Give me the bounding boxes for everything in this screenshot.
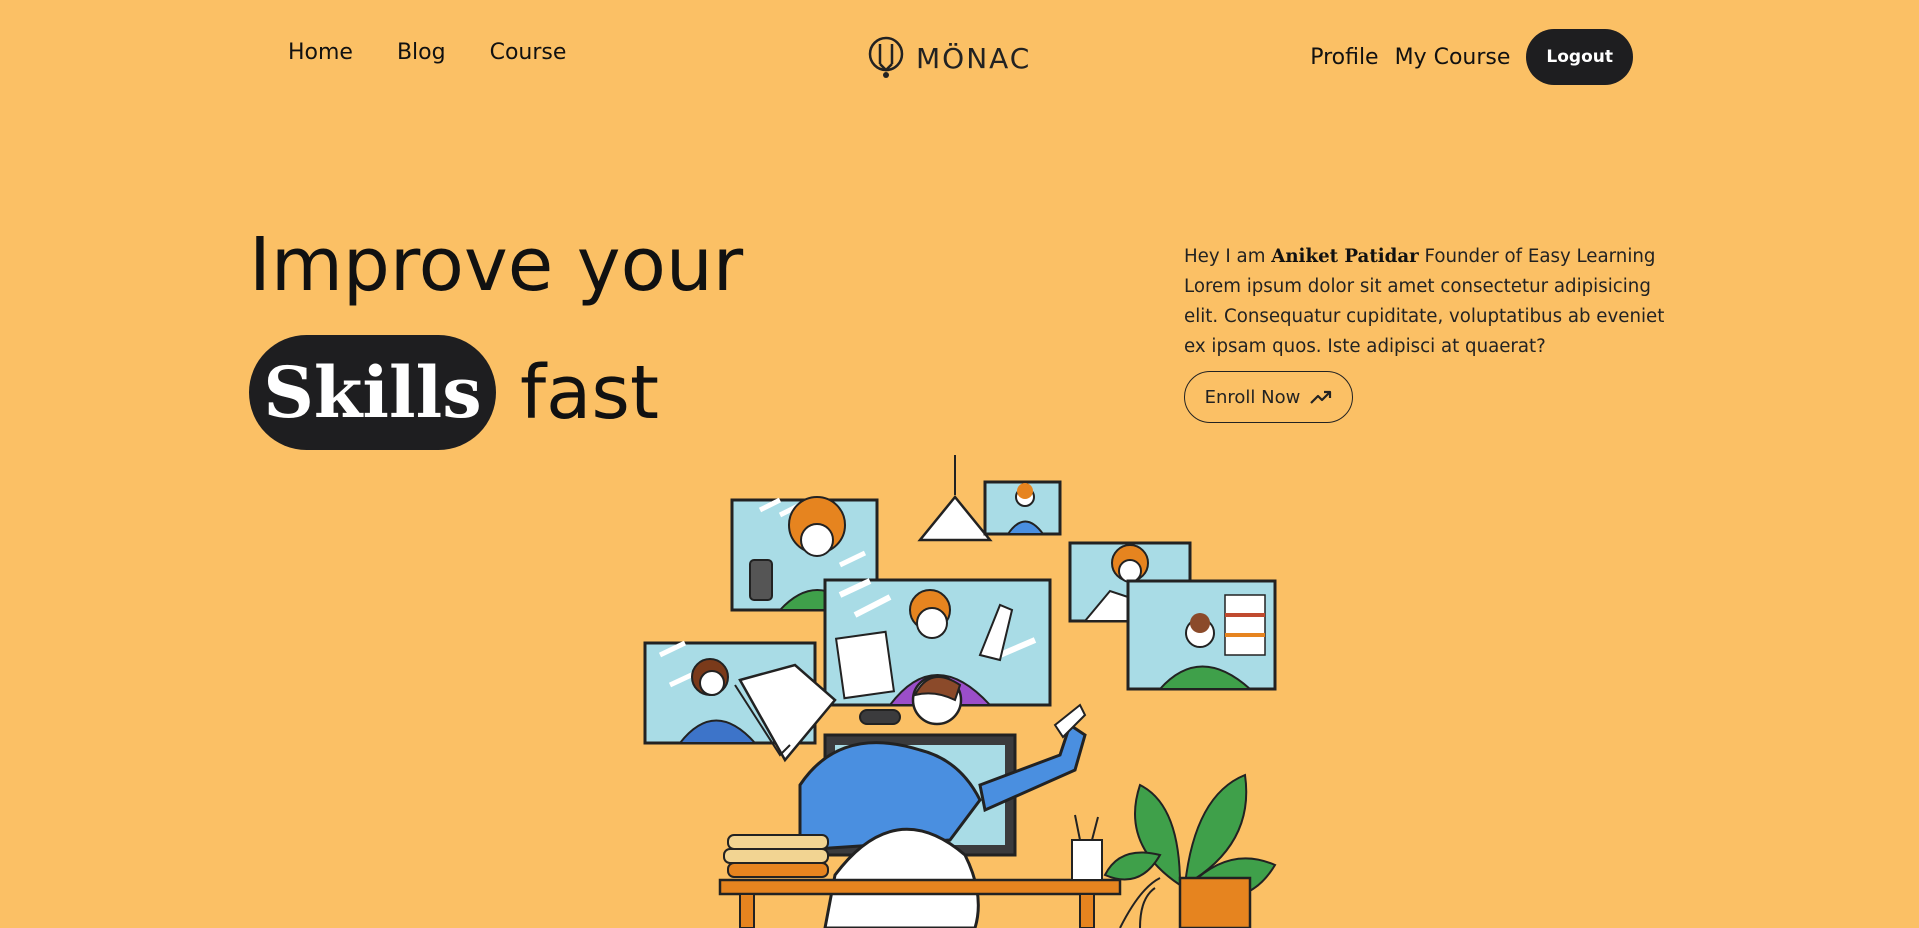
- nav-left-links: Home Blog Course: [288, 40, 566, 65]
- intro-prefix: Hey I am: [1184, 246, 1266, 267]
- headline-tail: fast: [520, 349, 659, 436]
- nav-link-my-course[interactable]: My Course: [1395, 45, 1511, 70]
- brand-name: MÖNAC: [916, 41, 1032, 75]
- logout-button[interactable]: Logout: [1526, 29, 1633, 85]
- nav-link-course[interactable]: Course: [490, 40, 567, 65]
- video-tile-4: [1126, 579, 1277, 691]
- top-navbar: Home Blog Course MÖNAC Profile My Course…: [0, 0, 1919, 114]
- intro-name: Aniket Patidar: [1271, 246, 1419, 267]
- hero-illustration: [643, 455, 1277, 928]
- nav-link-home[interactable]: Home: [288, 40, 353, 65]
- enroll-now-label: Enroll Now: [1204, 386, 1301, 408]
- nav-right-links: Profile My Course Logout: [1310, 29, 1633, 85]
- intro-paragraph: Hey I am Aniket Patidar Founder of Easy …: [1184, 242, 1684, 362]
- enroll-now-button[interactable]: Enroll Now: [1184, 371, 1353, 423]
- lightbulb-logo-icon: [868, 36, 904, 78]
- trending-up-icon: [1310, 390, 1332, 404]
- headline-line1: Improve your: [249, 222, 744, 308]
- brand-logo[interactable]: MÖNAC: [866, 36, 1031, 80]
- headline-line2: Skills fast: [249, 335, 659, 450]
- skills-highlight: Skills: [249, 335, 496, 450]
- nav-link-profile[interactable]: Profile: [1310, 45, 1378, 70]
- nav-link-blog[interactable]: Blog: [397, 40, 446, 65]
- plant: [1103, 773, 1277, 928]
- video-tile-2: [983, 480, 1062, 536]
